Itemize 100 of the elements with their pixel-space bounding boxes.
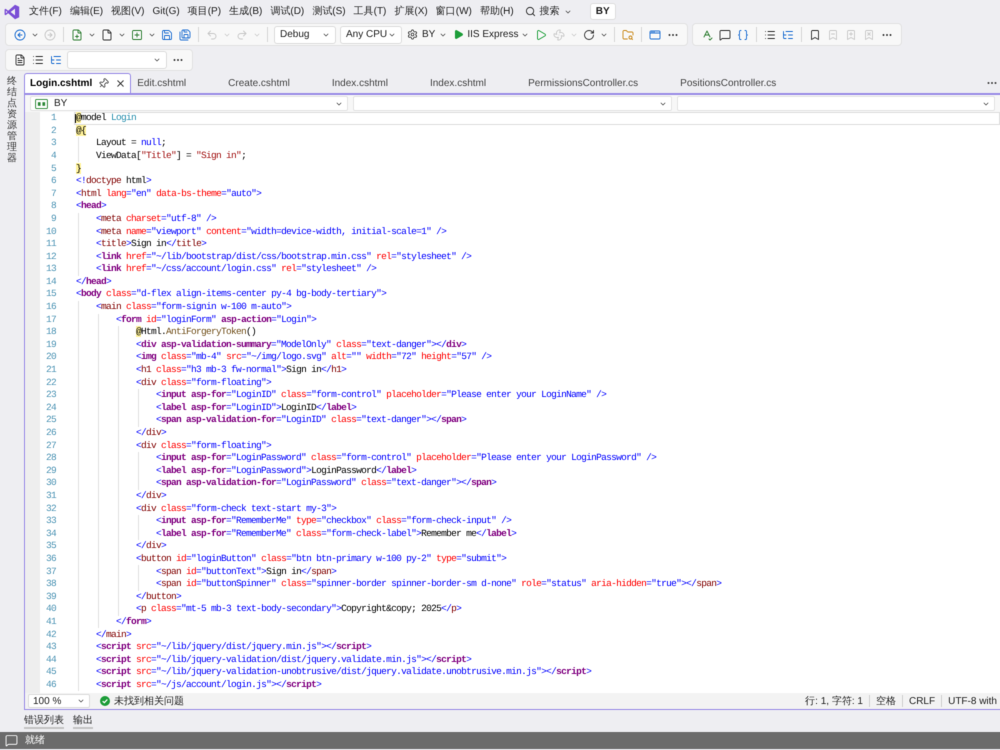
chevron-down-icon [335,100,344,108]
chevron-down-icon [439,30,448,38]
line-number: 33 [44,514,56,528]
menu-item[interactable]: 测试(S) [308,2,350,22]
menu-item[interactable]: 文件(F) [25,2,66,22]
code-line: <form id="loginForm" asp-action="Login"> [116,312,316,327]
code-line: <meta name="viewport" content="width=device-width, initial-scale=1" /> [96,224,446,239]
dropdown[interactable]: Any CPU [340,26,402,44]
line-number: 8 [50,199,56,214]
code-line: <div asp-validation-summary="ModelOnly" class="text-danger"></div> [136,338,466,352]
chevron-down-icon [982,100,990,108]
menu-item[interactable]: 调试(D) [266,2,308,22]
code-line: @Html.AntiForgeryToken() [136,325,256,340]
code-line: <link href="~/lib/bootstrap/dist/css/bootstrap.min.css" rel="stylesheet" /> [96,250,472,264]
code-line: </main> [96,628,132,642]
chevron-down-icon [153,56,161,64]
code-line: @model Login [76,112,136,126]
close-icon[interactable] [115,78,126,89]
menu-item[interactable]: Git(G) [148,2,184,22]
code-line: <input asp-for="RememberMe" type="checkbox" class="form-check-input" /> [156,514,512,528]
search-icon [524,6,536,17]
code-line: <script src="~/lib/jquery/dist/jquery.min.js"></script> [96,640,372,654]
document-tab[interactable]: Index.cshtml [424,73,522,93]
cursor-position[interactable]: 行: 1, 字符: 1 [799,694,869,708]
line-number: 4 [50,148,56,163]
chevron-down-icon [388,30,396,38]
code-line: </div> [136,539,166,554]
code-line: <span asp-validation-for="LoginID" class="text-danger"></span> [156,413,466,428]
line-number: 18 [44,325,56,340]
code-line: <img class="mb-4" src="~/img/logo.svg" alt="" width="72" height="57" /> [136,350,492,364]
dropdown[interactable]: Debug [274,26,336,44]
menu-item[interactable]: 生成(B) [225,2,266,22]
code-line: Layout = null; [96,136,166,150]
line-number: 14 [44,274,56,289]
app-logo-icon [4,4,20,20]
line-number: 41 [44,614,56,629]
line-number: 15 [44,287,56,302]
code-line: <meta charset="utf-8" /> [96,212,216,226]
code-line: <div class="form-floating"> [136,376,272,390]
gear-icon [407,29,418,40]
code-line: <body class="d-flex align-items-center py-4 bg-body-tertiary"> [76,287,386,302]
line-number: 13 [44,262,56,276]
project-icon [35,98,48,108]
code-line: <div class="form-floating"> [136,438,272,453]
zoom-dropdown[interactable]: 100 % [28,694,90,708]
line-number: 27 [44,438,56,453]
search-button[interactable]: 搜索 [522,2,575,22]
code-line: </div> [136,488,166,503]
document-tab[interactable]: Login.cshtml [24,73,132,93]
code-line: <head> [76,199,106,214]
chevron-down-icon [658,100,667,108]
menu-item[interactable]: 扩展(X) [390,2,432,22]
project-dropdown[interactable]: BY [30,96,348,111]
line-number: 10 [44,224,56,239]
line-number: 21 [44,363,56,378]
code-line: <h1 class="h3 mb-3 fw-normal">Sign in</h1> [136,363,346,378]
menu-item[interactable]: 帮助(H) [476,2,518,22]
menu-item[interactable]: 工具(T) [350,2,390,22]
code-line: <title>Sign in</title> [96,237,206,252]
menu-item[interactable]: 视图(V) [107,2,148,22]
line-number: 3 [50,136,56,150]
line-number: 23 [44,388,56,402]
code-line: <label asp-for="LoginPassword">LoginPassword</label> [156,464,416,478]
speech-bubble-icon[interactable] [5,734,18,747]
chevron-down-icon [322,30,330,38]
document-tab[interactable]: Create.cshtml [222,73,326,93]
line-ending-status[interactable]: CRLF [902,694,942,708]
side-panel-tab[interactable]: 终结点资源管理器 [7,76,17,164]
account-button[interactable]: BY [590,3,616,20]
line-number: 28 [44,451,56,466]
code-line: <label asp-for="LoginID">LoginID</label> [156,400,356,415]
chevron-down-icon [564,8,572,16]
document-tab[interactable]: PermissionsController.cs [522,73,674,93]
startup-project-dropdown[interactable]: BY [404,26,450,44]
indentation-status[interactable]: 空格 [870,694,902,708]
tool-window-tab[interactable]: 错误列表 [24,714,64,728]
line-number: 1 [50,112,56,126]
code-line: <script src="~/js/account/login.js"></script> [96,678,322,692]
play-icon [453,29,464,40]
check-circle-icon [100,696,110,706]
line-number: 19 [44,338,56,352]
document-tab[interactable]: PositionsController.cs [674,73,812,93]
tool-window-tab[interactable]: 输出 [73,714,93,728]
menu-item[interactable]: 项目(P) [184,2,226,22]
chevron-down-icon [521,30,530,38]
menu-item[interactable]: 编辑(E) [66,2,108,22]
menu-item[interactable]: 窗口(W) [432,2,476,22]
document-tab[interactable]: Edit.cshtml [131,73,222,93]
encoding-status[interactable]: UTF-8 with [942,694,1000,708]
line-number: 17 [44,312,56,327]
run-button[interactable]: IIS Express [450,26,532,44]
document-tab[interactable]: Index.cshtml [326,73,424,93]
code-line: </div> [136,426,166,440]
line-number: 30 [44,476,56,490]
issues-status[interactable]: 未找到相关问题 [114,694,184,708]
line-number: 35 [44,539,56,554]
line-number: 44 [44,652,56,667]
code-line: <span id="buttonText">Sign in</span> [156,564,336,579]
code-line: <input asp-for="LoginID" class="form-control" placeholder="Please enter your LoginName" /> [156,388,606,402]
code-line: </form> [116,614,152,629]
